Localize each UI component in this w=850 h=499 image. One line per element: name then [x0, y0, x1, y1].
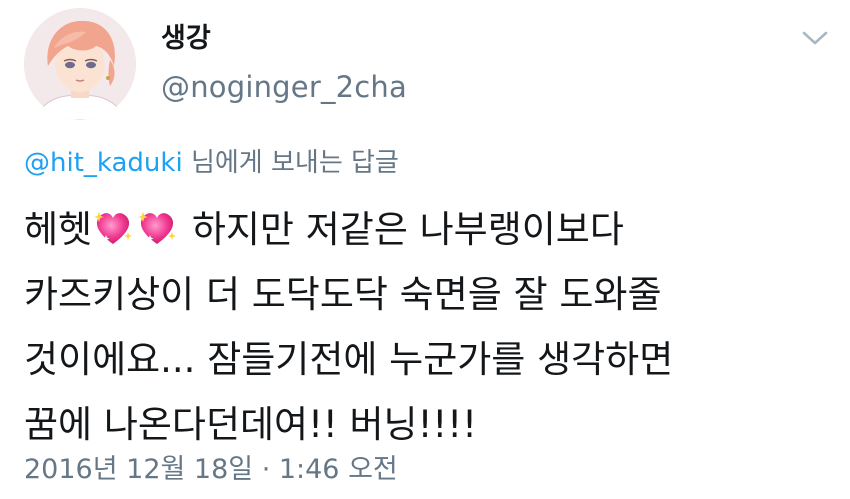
reply-context: @hit_kaduki 님에게 보내는 답글	[24, 146, 399, 180]
author-display-name[interactable]: 생강	[161, 22, 211, 56]
reply-context-label: 님에게 보내는 답글	[182, 148, 399, 178]
tweet-card: 생강 @noginger_2cha @hit_kaduki 님에게 보내는 답글…	[0, 0, 850, 499]
tweet-text-line-1-prefix: 헤헷	[24, 208, 93, 251]
reply-mention-link[interactable]: @hit_kaduki	[24, 148, 183, 178]
author-handle[interactable]: @noginger_2cha	[161, 68, 407, 106]
avatar-illustration	[24, 8, 136, 120]
tweet-text-line-4: 꿈에 나온다던데여!! 버닝!!!!	[24, 403, 477, 446]
tweet-timestamp[interactable]: 2016년 12월 18일 · 1:46 오전	[24, 452, 398, 488]
chevron-down-icon[interactable]	[798, 26, 832, 50]
tweet-text-line-2: 카즈키상이 더 도닥도닥 숙면을 잘 도와줄	[24, 273, 662, 316]
tweet-text-line-1: 헤헷 하지만 저같은 나부랭이보다	[24, 197, 834, 262]
sparkling-heart-icon	[94, 212, 133, 244]
tweet-text: 헤헷 하지만 저같은 나부랭이보다 카즈키상이 더 도닥도닥 숙면을 잘 도와줄…	[24, 197, 834, 457]
sparkling-heart-icon	[138, 212, 177, 244]
tweet-text-line-3: 것이에요... 잠들기전에 누군가를 생각하면	[24, 338, 674, 381]
tweet-text-line-1-suffix: 하지만 저같은 나부랭이보다	[180, 208, 624, 251]
avatar[interactable]	[24, 8, 136, 120]
